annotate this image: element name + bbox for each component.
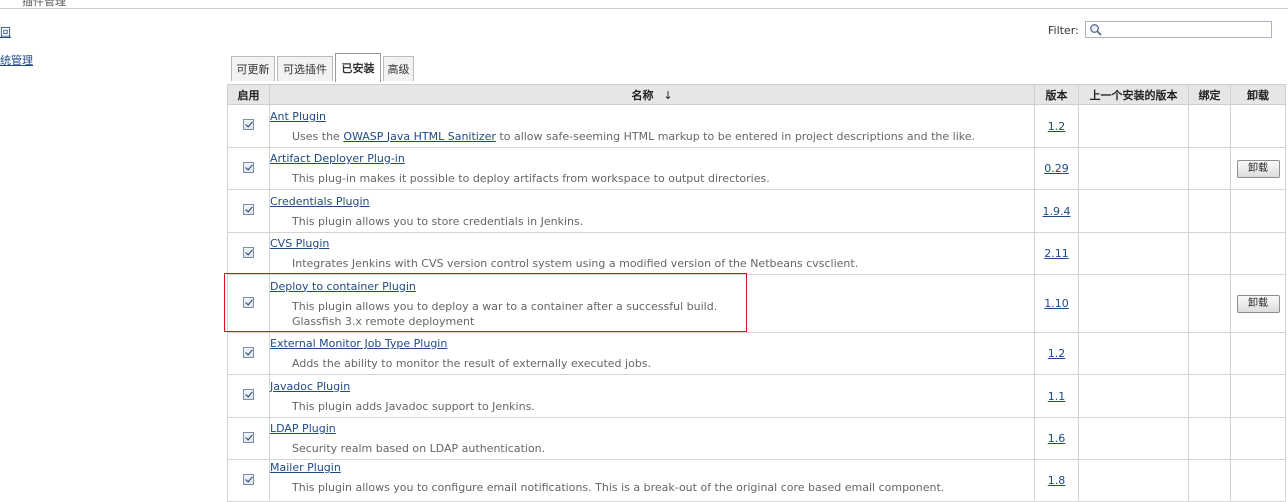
enable-checkbox[interactable] (243, 389, 254, 400)
plugin-description: This plugin allows you to store credenti… (292, 214, 584, 228)
plugin-description: This plugin adds Javadoc support to Jenk… (292, 399, 535, 413)
sort-arrow-icon: ↓ (663, 88, 673, 102)
installed-plugins-table: 启用 名称 ↓ 版本 上一个安装的版本 绑定 卸载 Ant Plugin Use… (227, 84, 1286, 502)
previous-version-cell (1078, 189, 1189, 233)
pinned-cell (1188, 189, 1231, 233)
plugin-name-link[interactable]: Ant Plugin (270, 110, 326, 123)
previous-version-cell (1078, 232, 1189, 275)
pinned-cell (1188, 104, 1231, 148)
filter-input[interactable] (1104, 22, 1269, 37)
version-link[interactable]: 1.10 (1044, 297, 1069, 310)
pinned-cell (1188, 332, 1231, 375)
table-row: External Monitor Job Type Plugin Adds th… (227, 332, 1286, 375)
sidebar-item-manage[interactable]: 统管理 (0, 52, 33, 68)
table-row: CVS Plugin Integrates Jenkins with CVS v… (227, 232, 1286, 275)
uninstall-cell (1230, 332, 1286, 375)
uninstall-cell (1230, 417, 1286, 460)
enable-checkbox[interactable] (243, 119, 254, 130)
table-row: Mailer Plugin This plugin allows you to … (227, 459, 1286, 502)
table-row: Artifact Deployer Plug-in This plug-in m… (227, 147, 1286, 190)
plugin-name-link[interactable]: Credentials Plugin (270, 195, 370, 208)
uninstall-cell (1230, 232, 1286, 275)
plugin-description: Adds the ability to monitor the result o… (292, 357, 652, 370)
table-row: LDAP Plugin Security realm based on LDAP… (227, 417, 1286, 460)
enable-checkbox[interactable] (243, 204, 254, 215)
version-link[interactable]: 1.9.4 (1043, 205, 1071, 218)
table-row: Ant Plugin Uses the OWASP Java HTML Sani… (227, 104, 1286, 148)
breadcrumb-current: 插件管理 (22, 0, 66, 8)
top-breadcrumb-bar: 插件管理 (0, 0, 1288, 9)
tab-updates[interactable]: 可更新 (231, 56, 275, 81)
pinned-cell (1188, 232, 1231, 275)
plugin-name-link[interactable]: Javadoc Plugin (270, 380, 350, 393)
tab-installed[interactable]: 已安装 (335, 53, 381, 82)
plugin-description: Integrates Jenkins with CVS version cont… (292, 257, 859, 270)
plugin-description: This plugin allows you to configure emai… (292, 481, 945, 494)
tab-advanced[interactable]: 高级 (383, 56, 414, 81)
plugin-name-link[interactable]: External Monitor Job Type Plugin (270, 337, 447, 350)
plugin-description: This plugin allows you to deploy a war t… (292, 299, 718, 313)
desc-text: Uses the (292, 129, 344, 143)
plugin-description: Security realm based on LDAP authenticat… (292, 442, 546, 455)
version-link[interactable]: 1.1 (1048, 390, 1066, 403)
pinned-cell (1188, 459, 1231, 502)
table-row: Javadoc Plugin This plugin adds Javadoc … (227, 374, 1286, 418)
table-header-row: 启用 名称 ↓ 版本 上一个安装的版本 绑定 卸载 (227, 84, 1286, 105)
header-name-label: 名称 (631, 88, 654, 102)
plugin-name-link[interactable]: Deploy to container Plugin (270, 280, 416, 293)
filter-field[interactable] (1085, 21, 1272, 38)
version-link[interactable]: 1.8 (1048, 474, 1066, 487)
owasp-link[interactable]: OWASP Java HTML Sanitizer (343, 130, 496, 143)
uninstall-button[interactable]: 卸载 (1236, 159, 1280, 178)
desc-text: to allow safe-seeming HTML markup to be … (495, 129, 975, 143)
table-row: Credentials Plugin This plugin allows yo… (227, 189, 1286, 233)
plugin-name-link[interactable]: LDAP Plugin (270, 422, 336, 435)
enable-checkbox[interactable] (243, 296, 254, 308)
enable-checkbox[interactable] (243, 473, 254, 485)
previous-version-cell (1078, 147, 1189, 190)
enable-checkbox[interactable] (243, 346, 254, 358)
previous-version-cell (1078, 104, 1189, 148)
header-enabled[interactable]: 启用 (227, 84, 270, 105)
tab-available[interactable]: 可选插件 (277, 56, 333, 81)
pinned-cell (1188, 147, 1231, 190)
header-version[interactable]: 版本 (1034, 84, 1079, 105)
previous-version-cell (1078, 459, 1189, 502)
version-link[interactable]: 2.11 (1044, 247, 1069, 260)
version-link[interactable]: 1.2 (1048, 347, 1066, 360)
version-link[interactable]: 1.2 (1048, 120, 1066, 133)
previous-version-cell (1078, 274, 1189, 333)
header-pinned[interactable]: 绑定 (1188, 84, 1231, 105)
header-uninstall[interactable]: 卸载 (1230, 84, 1286, 105)
plugin-name-link[interactable]: Mailer Plugin (270, 461, 341, 474)
enable-checkbox[interactable] (243, 431, 254, 443)
plugin-description-extra: Glassfish 3.x remote deployment (292, 314, 475, 328)
plugin-name-link[interactable]: Artifact Deployer Plug-in (270, 152, 405, 165)
enable-checkbox[interactable] (243, 161, 254, 173)
uninstall-cell (1230, 104, 1286, 148)
uninstall-cell (1230, 374, 1286, 418)
uninstall-cell (1230, 459, 1286, 502)
pinned-cell (1188, 417, 1231, 460)
table-row: Deploy to container Plugin This plugin a… (227, 274, 1286, 333)
previous-version-cell (1078, 374, 1189, 418)
version-link[interactable]: 0.29 (1044, 162, 1069, 175)
plugin-rows: Ant Plugin Uses the OWASP Java HTML Sani… (227, 104, 1286, 502)
previous-version-cell (1078, 417, 1189, 460)
uninstall-button[interactable]: 卸载 (1236, 294, 1280, 313)
plugin-name-link[interactable]: CVS Plugin (270, 237, 329, 250)
enable-checkbox[interactable] (243, 246, 254, 258)
previous-version-cell (1078, 332, 1189, 375)
filter-label: Filter: (1048, 24, 1079, 37)
header-name[interactable]: 名称 ↓ (269, 84, 1035, 105)
search-icon (1090, 24, 1102, 36)
uninstall-cell (1230, 189, 1286, 233)
plugin-description: This plug-in makes it possible to deploy… (292, 172, 770, 185)
header-previous-version[interactable]: 上一个安装的版本 (1078, 84, 1189, 105)
sidebar-item-back[interactable]: 回 (0, 24, 11, 40)
version-link[interactable]: 1.6 (1048, 432, 1066, 445)
pinned-cell (1188, 374, 1231, 418)
pinned-cell (1188, 274, 1231, 333)
plugin-description: Uses the OWASP Java HTML Sanitizer to al… (270, 129, 1034, 144)
